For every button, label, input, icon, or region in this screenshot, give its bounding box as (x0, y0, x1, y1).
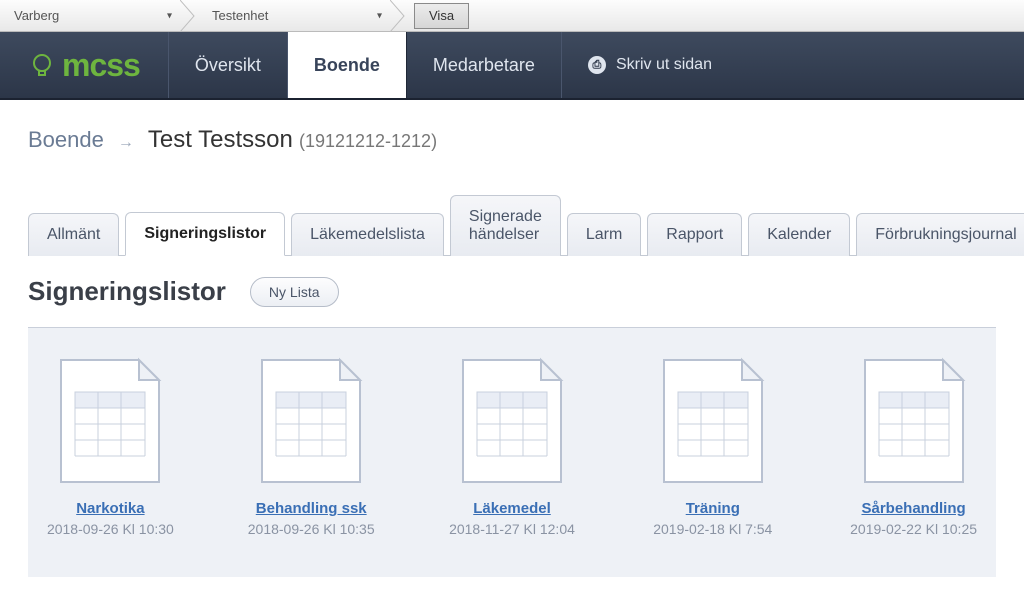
card-title[interactable]: Narkotika (76, 500, 144, 517)
tab-signeringslistor[interactable]: Signeringslistor (125, 212, 285, 256)
new-list-button[interactable]: Ny Lista (250, 277, 339, 307)
document-icon (256, 356, 366, 486)
card-title[interactable]: Träning (686, 500, 740, 517)
document-icon (457, 356, 567, 486)
tab-signerade-handelser[interactable]: Signerade händelser (450, 195, 561, 256)
content: Boende → Test Testsson (19121212-1212) A… (0, 100, 1024, 577)
nav-item-oversikt[interactable]: Översikt (168, 32, 288, 98)
breadcrumb-root[interactable]: Boende (28, 127, 104, 153)
topbar-crumb-1[interactable]: Testenhet ▾ (198, 0, 408, 31)
section-title: Signeringslistor (28, 276, 226, 307)
tabs: Allmänt Signeringslistor Läkemedelslista… (28, 194, 996, 256)
nav-item-medarbetare[interactable]: Medarbetare (406, 32, 562, 98)
tab-rapport[interactable]: Rapport (647, 213, 742, 256)
nav-print-label: Skriv ut sidan (616, 56, 712, 74)
card-date: 2019-02-22 Kl 10:25 (850, 521, 977, 537)
card-title[interactable]: Behandling ssk (256, 500, 367, 517)
document-icon (658, 356, 768, 486)
print-icon: ⎙ (588, 56, 606, 74)
document-icon (859, 356, 969, 486)
chevron-down-icon: ▾ (167, 10, 172, 21)
lightbulb-icon (28, 51, 56, 79)
tab-kalender[interactable]: Kalender (748, 213, 850, 256)
breadcrumb-name: Test Testsson (148, 126, 293, 153)
logo: mcss (0, 32, 168, 98)
list-card[interactable]: Behandling ssk 2018-09-26 Kl 10:35 (241, 356, 382, 537)
list-card[interactable]: Träning 2019-02-18 Kl 7:54 (642, 356, 783, 537)
card-title[interactable]: Sårbehandling (861, 500, 965, 517)
chevron-down-icon: ▾ (377, 10, 382, 21)
list-card[interactable]: Läkemedel 2018-11-27 Kl 12:04 (442, 356, 583, 537)
tab-larm[interactable]: Larm (567, 213, 641, 256)
tab-forbrukningsjournal[interactable]: Förbrukningsjournal (856, 213, 1024, 256)
breadcrumb-id: (19121212-1212) (299, 131, 437, 151)
card-date: 2018-09-26 Kl 10:35 (248, 521, 375, 537)
arrow-right-icon: → (118, 134, 134, 152)
card-date: 2018-11-27 Kl 12:04 (449, 521, 575, 537)
card-date: 2018-09-26 Kl 10:30 (47, 521, 174, 537)
tab-lakemedelslista[interactable]: Läkemedelslista (291, 213, 444, 256)
chevron-right-icon (390, 0, 408, 31)
card-date: 2019-02-18 Kl 7:54 (653, 521, 772, 537)
chevron-right-icon (180, 0, 198, 31)
nav-print[interactable]: ⎙ Skriv ut sidan (562, 32, 738, 98)
show-button[interactable]: Visa (414, 3, 469, 29)
topbar-crumb-0-label: Varberg (14, 8, 99, 23)
topbar-crumb-1-label: Testenhet (212, 8, 308, 23)
navbar: mcss Översikt Boende Medarbetare ⎙ Skriv… (0, 32, 1024, 100)
nav-item-boende[interactable]: Boende (288, 32, 406, 98)
list-card[interactable]: Sårbehandling 2019-02-22 Kl 10:25 (843, 356, 984, 537)
card-title[interactable]: Läkemedel (473, 500, 551, 517)
logo-text: mcss (62, 47, 140, 84)
section-header: Signeringslistor Ny Lista (28, 256, 996, 328)
breadcrumb: Boende → Test Testsson (19121212-1212) (28, 126, 996, 154)
cards-container: Narkotika 2018-09-26 Kl 10:30 Behandling… (28, 328, 996, 577)
topbar-crumb-0[interactable]: Varberg ▾ (0, 0, 198, 31)
list-card[interactable]: Narkotika 2018-09-26 Kl 10:30 (40, 356, 181, 537)
document-icon (55, 356, 165, 486)
tab-allmant[interactable]: Allmänt (28, 213, 119, 256)
topbar: Varberg ▾ Testenhet ▾ Visa (0, 0, 1024, 32)
